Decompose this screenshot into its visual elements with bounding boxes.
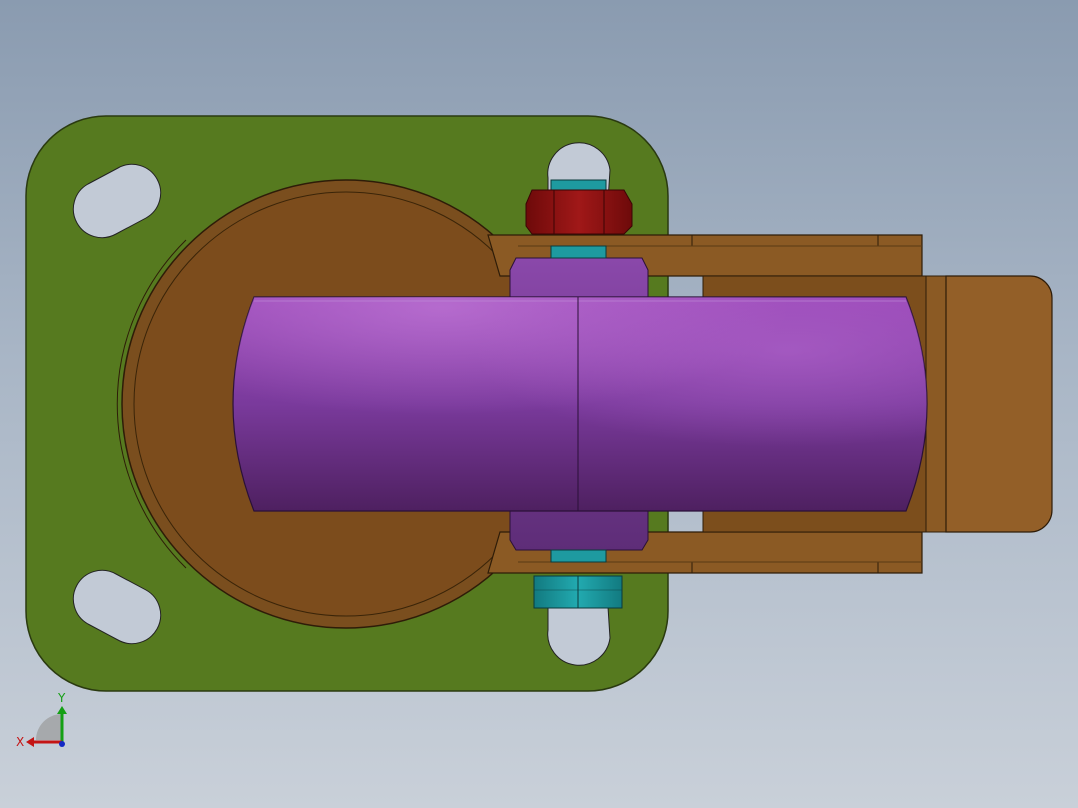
triad-y-label: Y bbox=[57, 691, 66, 705]
triad-x-label: X bbox=[16, 735, 24, 749]
triad-plane-icon bbox=[36, 714, 62, 740]
triad-y-arrow-icon bbox=[57, 706, 67, 714]
wheel[interactable] bbox=[232, 296, 928, 512]
cad-viewport[interactable]: Y X bbox=[0, 0, 1078, 808]
nut-top[interactable] bbox=[525, 189, 633, 235]
triad-x-arrow-icon bbox=[26, 737, 34, 747]
coordinate-triad: Y X bbox=[16, 691, 67, 749]
triad-z-dot bbox=[59, 741, 65, 747]
nut-bottom[interactable] bbox=[533, 575, 623, 609]
